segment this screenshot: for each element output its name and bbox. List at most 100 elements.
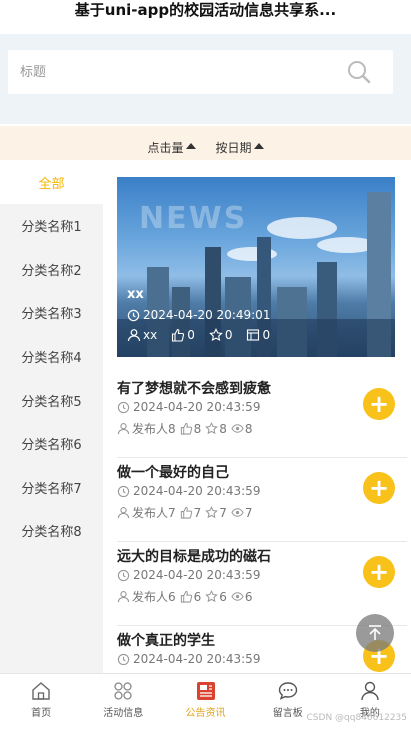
tab-announcements[interactable]: 公告资讯	[164, 674, 246, 731]
list-item[interactable]: 有了梦想就不会感到疲惫 2024-04-20 20:43:59 发布人8 8 8…	[117, 374, 407, 458]
list-item-meta: 发布人8 8 8 8	[117, 420, 257, 437]
cloud-shape	[267, 217, 337, 239]
tab-message-board-label: 留言板	[272, 708, 303, 719]
banner-news-text: NEWS	[139, 201, 248, 236]
list-item-time: 2024-04-20 20:43:59	[117, 568, 260, 582]
list-item-meta: 发布人6 6 6 6	[117, 588, 257, 605]
sidebar-item-category-5[interactable]: 分类名称5	[0, 378, 103, 422]
list-item-time-value: 2024-04-20 20:43:59	[133, 568, 261, 582]
thumbs-up-icon	[180, 590, 192, 603]
sidebar-item-category-8[interactable]: 分类名称8	[0, 509, 103, 553]
sidebar-item-category-4[interactable]: 分类名称4	[0, 335, 103, 379]
list-item-stars: 7	[219, 505, 227, 520]
list-item-title: 远大的目标是成功的磁石	[117, 549, 271, 565]
sidebar-item-category-7[interactable]: 分类名称7	[0, 466, 103, 510]
sidebar-item-category-1[interactable]: 分类名称1	[0, 204, 103, 248]
list-item-views: 7	[244, 505, 253, 520]
arrow-up-icon	[369, 625, 381, 640]
caret-up-icon	[253, 143, 264, 149]
sidebar-item-category-3[interactable]: 分类名称3	[0, 291, 103, 335]
featured-author: xx	[143, 328, 158, 342]
bottom-tab-bar: 首页 活动信息 公告资讯 留言板 我的 CSDN @qq840612235	[0, 673, 411, 731]
page-title: 基于uni-app的校园活动信息共享系...	[74, 1, 337, 19]
list-item-likes: 7	[193, 505, 202, 520]
featured-views: 0	[262, 328, 271, 342]
list-item-likes: 6	[193, 589, 202, 604]
watermark: CSDN @qq840612235	[306, 713, 407, 723]
grid-icon	[114, 682, 132, 700]
sort-bar: 点击量 按日期	[0, 126, 411, 160]
list-item-likes: 8	[193, 421, 202, 436]
list-item-time-value: 2024-04-20 20:43:59	[133, 484, 261, 498]
list-item-views: 6	[244, 589, 253, 604]
featured-title: xx	[127, 287, 144, 302]
eye-icon	[231, 424, 244, 433]
list-item-title: 做个真正的学生	[117, 633, 215, 649]
clock-icon	[127, 309, 140, 321]
sidebar-item-category-6[interactable]: 分类名称6	[0, 422, 103, 466]
star-icon	[205, 422, 219, 435]
sidebar-item-all[interactable]: 全部	[0, 160, 103, 204]
list-item-views: 8	[244, 421, 253, 436]
thumbs-up-icon	[180, 506, 192, 519]
tab-home[interactable]: 首页	[0, 674, 82, 731]
list-item-time: 2024-04-20 20:43:59	[117, 652, 260, 666]
featured-time: 2024-04-20 20:49:01	[127, 308, 270, 322]
star-icon	[205, 590, 219, 603]
add-button[interactable]: +	[363, 472, 395, 504]
user-icon	[361, 681, 379, 701]
featured-stats: xx 0 0 0	[127, 328, 284, 342]
sidebar-item-category-2[interactable]: 分类名称2	[0, 248, 103, 292]
clock-icon	[117, 401, 130, 413]
list-item-time-value: 2024-04-20 20:43:59	[133, 400, 261, 414]
tab-activities-label: 活动信息	[103, 708, 144, 719]
clock-icon	[117, 653, 130, 665]
caret-up-icon	[185, 143, 196, 149]
search-input[interactable]	[8, 50, 308, 94]
search-area	[0, 34, 411, 124]
tab-activities[interactable]: 活动信息	[82, 674, 164, 731]
news-list: NEWS xx 2024-04-20 20:49:01 xx 0 0 0 有了梦…	[103, 160, 411, 673]
list-item[interactable]: 远大的目标是成功的磁石 2024-04-20 20:43:59 发布人6 6 6…	[117, 542, 407, 626]
user-icon	[117, 507, 130, 519]
eye-icon	[231, 508, 244, 517]
views-icon	[247, 329, 260, 341]
add-button[interactable]: +	[363, 556, 395, 588]
featured-stars: 0	[224, 328, 233, 342]
clock-icon	[117, 569, 130, 581]
featured-time-value: 2024-04-20 20:49:01	[143, 308, 271, 322]
add-button[interactable]: +	[363, 388, 395, 420]
list-item[interactable]: 做一个最好的自己 2024-04-20 20:43:59 发布人7 7 7 7 …	[117, 458, 407, 542]
scroll-to-top-button[interactable]	[356, 614, 394, 652]
sort-by-date-label: 按日期	[215, 140, 252, 155]
sort-by-clicks[interactable]: 点击量	[147, 139, 196, 156]
list-item-time-value: 2024-04-20 20:43:59	[133, 652, 261, 666]
user-icon	[127, 329, 141, 342]
list-item-time: 2024-04-20 20:43:59	[117, 484, 260, 498]
category-sidebar: 全部 分类名称1 分类名称2 分类名称3 分类名称4 分类名称5 分类名称6 分…	[0, 160, 103, 673]
clock-icon	[117, 485, 130, 497]
user-icon	[117, 591, 130, 603]
content: 全部 分类名称1 分类名称2 分类名称3 分类名称4 分类名称5 分类名称6 分…	[0, 160, 411, 673]
search-icon[interactable]	[347, 60, 371, 84]
tab-announcements-label: 公告资讯	[185, 708, 226, 719]
list-item-meta: 发布人7 7 7 7	[117, 504, 257, 521]
star-icon	[209, 328, 223, 342]
sort-by-date[interactable]: 按日期	[216, 139, 264, 156]
user-icon	[117, 423, 130, 435]
thumbs-up-icon	[180, 422, 192, 435]
list-item-stars: 6	[219, 589, 227, 604]
featured-news-card[interactable]: NEWS xx 2024-04-20 20:49:01 xx 0 0 0	[117, 177, 395, 357]
list-item-title: 有了梦想就不会感到疲惫	[117, 381, 271, 397]
tab-home-label: 首页	[31, 708, 52, 719]
list-item-author: 发布人8	[132, 422, 176, 436]
news-icon	[196, 682, 215, 700]
search-box	[8, 50, 393, 94]
thumbs-up-icon	[172, 328, 185, 342]
header: 基于uni-app的校园活动信息共享系...	[0, 0, 411, 34]
home-icon	[32, 682, 50, 700]
list-item-author: 发布人6	[132, 590, 176, 604]
star-icon	[205, 506, 219, 519]
sort-by-clicks-label: 点击量	[147, 140, 184, 155]
list-item-stars: 8	[219, 421, 227, 436]
